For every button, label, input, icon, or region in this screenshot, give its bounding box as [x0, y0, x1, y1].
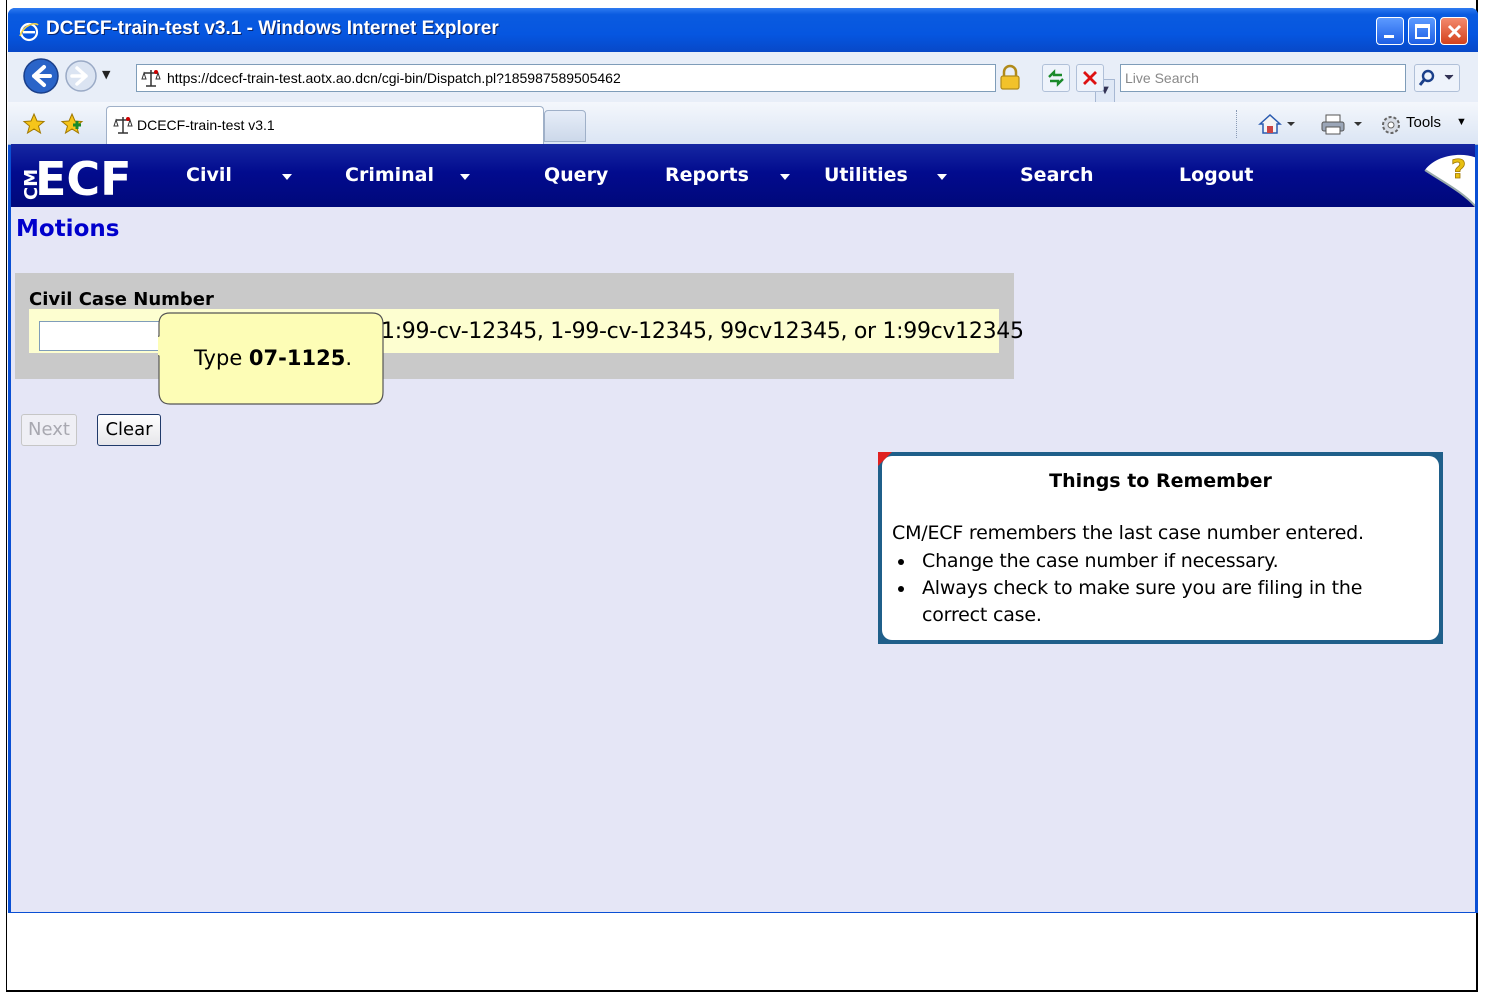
stop-icon	[1083, 71, 1097, 85]
things-to-remember-title: Things to Remember	[1049, 470, 1272, 492]
things-to-remember-intro: CM/ECF remembers the last case number en…	[892, 522, 1364, 544]
add-favorites-icon[interactable]	[60, 112, 84, 136]
instruction-value: 07-1125	[248, 346, 346, 370]
ecf-menubar: CM ECF Civil Criminal Query Reports Util…	[11, 144, 1475, 208]
svg-text:ECF: ECF	[35, 152, 132, 202]
clear-button[interactable]: Clear	[97, 414, 161, 446]
search-button[interactable]	[1414, 64, 1460, 92]
criminal-dropdown-icon[interactable]	[460, 174, 470, 180]
search-icon	[1418, 69, 1454, 86]
minimize-button[interactable]	[1376, 17, 1404, 45]
scales-favicon-icon	[113, 117, 133, 134]
page-title: Motions	[16, 216, 120, 242]
utilities-dropdown-icon[interactable]	[937, 174, 947, 180]
help-icon[interactable]: ?	[1423, 152, 1475, 208]
gear-icon	[1382, 116, 1400, 134]
tab-label: DCECF-train-test v3.1	[137, 117, 275, 133]
home-icon[interactable]	[1256, 112, 1296, 136]
list-item: Always check to make sure you are filing…	[892, 575, 1412, 629]
forward-arrow-icon[interactable]	[64, 59, 98, 93]
case-number-label: Civil Case Number	[29, 289, 214, 310]
scales-favicon-icon	[141, 70, 161, 87]
menu-logout[interactable]: Logout	[1179, 164, 1253, 186]
lock-icon[interactable]	[996, 64, 1024, 92]
stop-button[interactable]	[1076, 64, 1104, 92]
next-button[interactable]: Next	[21, 414, 77, 446]
url-field[interactable]: https://dcecf-train-test.aotx.ao.dcn/cgi…	[136, 64, 1115, 103]
menu-civil[interactable]: Civil	[186, 164, 232, 186]
title-bar[interactable]: DCECF-train-test v3.1 - Windows Internet…	[8, 8, 1478, 52]
instruction-callout-text: Type 07-1125.	[194, 346, 352, 370]
history-dropdown-icon[interactable]: ▼	[102, 68, 110, 81]
maximize-icon	[1415, 24, 1430, 39]
list-item: Change the case number if necessary.	[892, 548, 1412, 575]
search-input[interactable]: Live Search	[1120, 64, 1406, 92]
menu-search[interactable]: Search	[1020, 164, 1094, 186]
civil-dropdown-icon[interactable]	[282, 174, 292, 180]
tools-menu[interactable]: Tools ▼	[1380, 112, 1470, 136]
tab-bar: DCECF-train-test v3.1 Tools ▼	[8, 102, 1478, 145]
tab-dcecf[interactable]: DCECF-train-test v3.1	[106, 106, 544, 144]
tools-label: Tools	[1406, 114, 1442, 131]
svg-text:?: ?	[1451, 155, 1466, 185]
case-number-format-hint: 1:99-cv-12345, 1-99-cv-12345, 99cv12345,…	[381, 319, 1024, 344]
close-icon	[1447, 24, 1462, 39]
menu-criminal[interactable]: Criminal	[345, 164, 434, 186]
new-tab-button[interactable]	[544, 110, 586, 142]
reports-dropdown-icon[interactable]	[780, 174, 790, 180]
maximize-button[interactable]	[1408, 17, 1436, 45]
url-text: https://dcecf-train-test.aotx.ao.dcn/cgi…	[167, 70, 621, 86]
refresh-icon	[1048, 69, 1064, 87]
menu-utilities[interactable]: Utilities	[824, 164, 908, 186]
favorites-star-icon[interactable]	[22, 112, 46, 136]
search-placeholder: Live Search	[1125, 70, 1199, 86]
address-bar: ▼ https://dcecf-train-test.aotx.ao.dcn/c…	[8, 52, 1478, 103]
tools-dropdown-icon: ▼	[1456, 116, 1467, 128]
menu-reports[interactable]: Reports	[665, 164, 749, 186]
menu-query[interactable]: Query	[544, 164, 608, 186]
print-icon[interactable]	[1320, 112, 1364, 136]
ie-logo-icon	[19, 22, 39, 42]
back-arrow-icon[interactable]	[22, 57, 60, 95]
things-to-remember-list: Change the case number if necessary. Alw…	[892, 548, 1412, 629]
cm-ecf-logo: CM ECF	[21, 152, 132, 202]
minimize-icon	[1384, 35, 1394, 38]
close-button[interactable]	[1440, 17, 1468, 45]
refresh-button[interactable]	[1042, 64, 1070, 92]
toolbar-separator	[1236, 110, 1238, 138]
window-title: DCECF-train-test v3.1 - Windows Internet…	[46, 18, 499, 39]
